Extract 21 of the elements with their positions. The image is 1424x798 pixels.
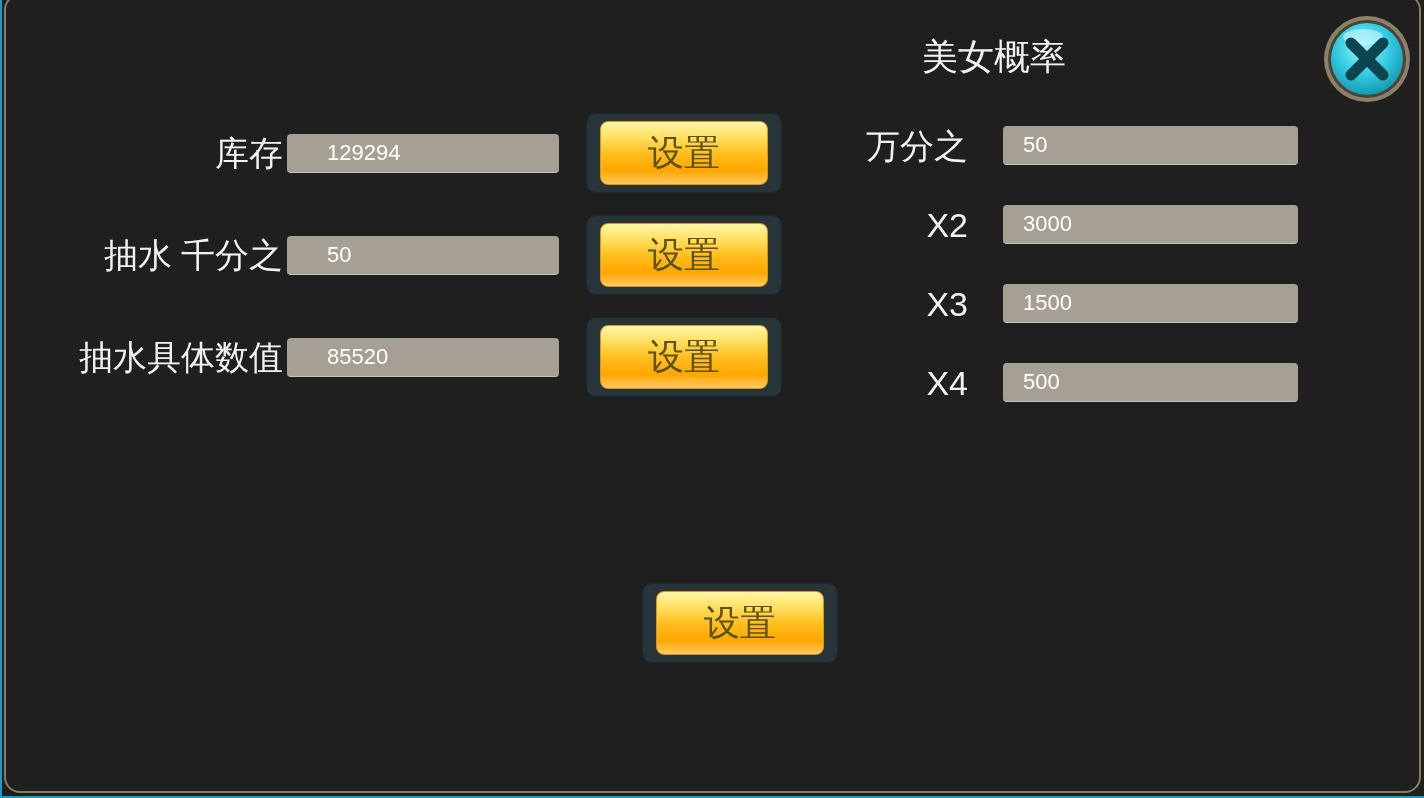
field-label: X3 <box>925 283 968 324</box>
input-field[interactable]: 50 <box>1003 126 1298 165</box>
set-button[interactable]: 设置 <box>586 317 782 397</box>
set-button[interactable]: 设置 <box>586 113 782 193</box>
field-label: 抽水 千分之 <box>102 235 283 275</box>
set-button[interactable]: 设置 <box>641 583 838 663</box>
input-field[interactable]: 3000 <box>1003 205 1298 244</box>
input-field[interactable]: 50 <box>287 235 559 275</box>
section-title: 美女概率 <box>922 35 1066 79</box>
set-button[interactable]: 设置 <box>586 215 782 295</box>
input-field[interactable]: 85520 <box>287 337 559 377</box>
input-field[interactable]: 129294 <box>287 133 559 173</box>
input-field[interactable]: 1500 <box>1003 284 1298 323</box>
close-icon <box>1323 15 1411 103</box>
field-label: 万分之 <box>865 125 968 166</box>
field-label: X4 <box>925 362 968 403</box>
field-label: 抽水具体数值 <box>78 337 283 377</box>
close-button[interactable] <box>1323 15 1411 103</box>
field-label: 库存 <box>214 133 283 173</box>
field-label: X2 <box>925 204 968 245</box>
input-field[interactable]: 500 <box>1003 363 1298 402</box>
